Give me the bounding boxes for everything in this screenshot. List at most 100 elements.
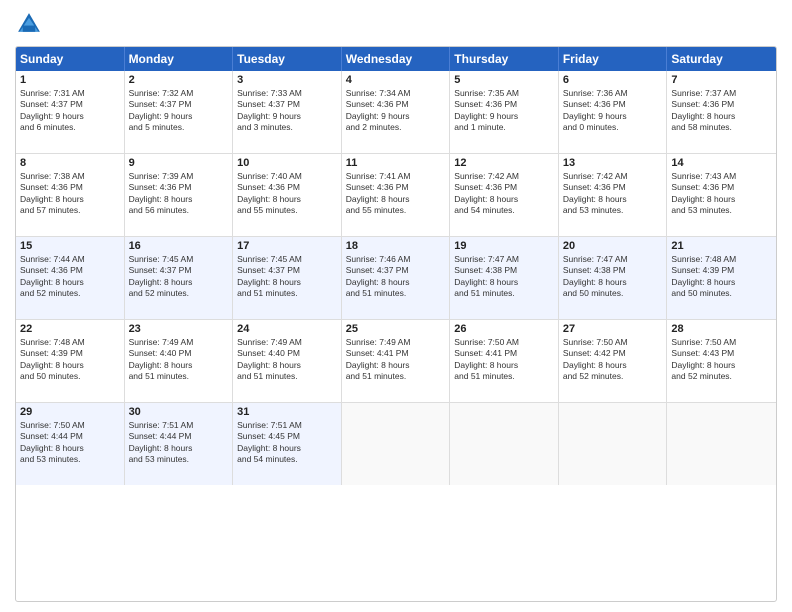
- cell-line: Daylight: 8 hours: [20, 360, 120, 371]
- day-number: 27: [563, 323, 663, 335]
- calendar-cell: 17Sunrise: 7:45 AMSunset: 4:37 PMDayligh…: [233, 237, 342, 319]
- calendar-cell: 3Sunrise: 7:33 AMSunset: 4:37 PMDaylight…: [233, 71, 342, 153]
- cell-line: Sunrise: 7:33 AM: [237, 88, 337, 99]
- cell-line: Daylight: 9 hours: [454, 111, 554, 122]
- cell-line: Sunset: 4:37 PM: [129, 99, 229, 110]
- cell-line: Sunset: 4:40 PM: [129, 348, 229, 359]
- calendar-cell: 6Sunrise: 7:36 AMSunset: 4:36 PMDaylight…: [559, 71, 668, 153]
- cell-line: Daylight: 8 hours: [237, 277, 337, 288]
- calendar-cell: 10 Sunrise: 7:40 AMSunset: 4:36 PMDayligh…: [233, 154, 342, 236]
- cell-line: Sunrise: 7:32 AM: [129, 88, 229, 99]
- cell-line: Sunset: 4:41 PM: [454, 348, 554, 359]
- cell-line: Daylight: 8 hours: [346, 277, 446, 288]
- calendar-cell: [559, 403, 668, 485]
- cell-line: Daylight: 9 hours: [237, 111, 337, 122]
- day-number: 3: [237, 74, 337, 86]
- cell-line: Sunrise: 7:42 AM: [563, 171, 663, 182]
- calendar-cell: 27 Sunrise: 7:50 AMSunset: 4:42 PMDayligh…: [559, 320, 668, 402]
- calendar: SundayMondayTuesdayWednesdayThursdayFrid…: [15, 46, 777, 602]
- calendar-cell: 4Sunrise: 7:34 AMSunset: 4:36 PMDaylight…: [342, 71, 451, 153]
- cell-line: Daylight: 8 hours: [346, 360, 446, 371]
- cell-line: and 53 minutes.: [563, 205, 663, 216]
- cell-line: Sunrise: 7:51 AM: [129, 420, 229, 431]
- calendar-cell: 25Sunrise: 7:49 AMSunset: 4:41 PMDayligh…: [342, 320, 451, 402]
- cell-line: Sunset: 4:36 PM: [671, 182, 772, 193]
- day-number: 19: [454, 240, 554, 252]
- cell-line: Daylight: 8 hours: [454, 277, 554, 288]
- calendar-row: 8Sunrise: 7:38 AMSunset: 4:36 PMDaylight…: [16, 154, 776, 237]
- calendar-cell: 28Sunrise: 7:50 AMSunset: 4:43 PMDayligh…: [667, 320, 776, 402]
- calendar-cell: 16Sunrise: 7:45 AMSunset: 4:37 PMDayligh…: [125, 237, 234, 319]
- cell-line: Sunrise: 7:51 AM: [237, 420, 337, 431]
- cell-line: Daylight: 9 hours: [563, 111, 663, 122]
- cell-line: and 51 minutes.: [454, 288, 554, 299]
- day-number: 16: [129, 240, 229, 252]
- cell-line: and 52 minutes.: [20, 288, 120, 299]
- cell-line: Daylight: 8 hours: [237, 360, 337, 371]
- cell-line: Sunset: 4:36 PM: [237, 182, 337, 193]
- cell-line: Daylight: 8 hours: [454, 194, 554, 205]
- header: [15, 10, 777, 38]
- day-number: 22: [20, 323, 120, 335]
- cell-line: Daylight: 8 hours: [563, 194, 663, 205]
- calendar-cell: 30Sunrise: 7:51 AMSunset: 4:44 PMDayligh…: [125, 403, 234, 485]
- calendar-cell: 29Sunrise: 7:50 AMSunset: 4:44 PMDayligh…: [16, 403, 125, 485]
- cell-line: Daylight: 8 hours: [563, 360, 663, 371]
- cell-line: Sunrise: 7:40 AM: [237, 171, 337, 182]
- cell-line: Daylight: 8 hours: [671, 360, 772, 371]
- cell-line: Sunrise: 7:50 AM: [563, 337, 663, 348]
- cell-line: Daylight: 8 hours: [237, 194, 337, 205]
- cell-line: Sunset: 4:44 PM: [20, 431, 120, 442]
- logo-icon: [15, 10, 43, 38]
- cell-line: and 50 minutes.: [20, 371, 120, 382]
- cell-line: and 55 minutes.: [346, 205, 446, 216]
- cell-line: Sunset: 4:36 PM: [563, 99, 663, 110]
- cell-line: and 57 minutes.: [20, 205, 120, 216]
- calendar-cell: 5Sunrise: 7:35 AMSunset: 4:36 PMDaylight…: [450, 71, 559, 153]
- cell-line: Daylight: 8 hours: [563, 277, 663, 288]
- cell-line: Sunrise: 7:50 AM: [671, 337, 772, 348]
- cell-line: Sunset: 4:42 PM: [563, 348, 663, 359]
- cell-line: Sunset: 4:36 PM: [563, 182, 663, 193]
- cell-line: and 53 minutes.: [20, 454, 120, 465]
- day-number: 28: [671, 323, 772, 335]
- cell-line: Sunset: 4:36 PM: [20, 182, 120, 193]
- cell-line: Sunset: 4:36 PM: [454, 182, 554, 193]
- cell-line: and 53 minutes.: [129, 454, 229, 465]
- cell-line: Sunset: 4:36 PM: [346, 99, 446, 110]
- calendar-cell: 7Sunrise: 7:37 AMSunset: 4:36 PMDaylight…: [667, 71, 776, 153]
- calendar-cell: 26Sunrise: 7:50 AMSunset: 4:41 PMDayligh…: [450, 320, 559, 402]
- cell-line: Sunset: 4:37 PM: [20, 99, 120, 110]
- cell-line: and 51 minutes.: [346, 371, 446, 382]
- calendar-cell: 11Sunrise: 7:41 AMSunset: 4:36 PMDayligh…: [342, 154, 451, 236]
- day-number: 13: [563, 157, 663, 169]
- cell-line: and 1 minute.: [454, 122, 554, 133]
- cell-line: and 2 minutes.: [346, 122, 446, 133]
- day-number: 15: [20, 240, 120, 252]
- cell-line: and 52 minutes.: [563, 371, 663, 382]
- cell-line: Sunrise: 7:41 AM: [346, 171, 446, 182]
- day-number: 17: [237, 240, 337, 252]
- calendar-cell: 31Sunrise: 7:51 AMSunset: 4:45 PMDayligh…: [233, 403, 342, 485]
- calendar-cell: 13 Sunrise: 7:42 AMSunset: 4:36 PMDayligh…: [559, 154, 668, 236]
- day-number: 26: [454, 323, 554, 335]
- day-number: 20: [563, 240, 663, 252]
- day-number: 5: [454, 74, 554, 86]
- cell-line: and 58 minutes.: [671, 122, 772, 133]
- day-number: 10: [237, 157, 337, 169]
- col-header-wednesday: Wednesday: [342, 47, 451, 71]
- calendar-cell: 9Sunrise: 7:39 AMSunset: 4:36 PMDaylight…: [125, 154, 234, 236]
- day-number: 8: [20, 157, 120, 169]
- calendar-cell: 23Sunrise: 7:49 AMSunset: 4:40 PMDayligh…: [125, 320, 234, 402]
- calendar-header: SundayMondayTuesdayWednesdayThursdayFrid…: [16, 47, 776, 71]
- cell-line: Sunrise: 7:31 AM: [20, 88, 120, 99]
- cell-line: Sunset: 4:45 PM: [237, 431, 337, 442]
- calendar-row: 29Sunrise: 7:50 AMSunset: 4:44 PMDayligh…: [16, 403, 776, 485]
- cell-line: Daylight: 9 hours: [129, 111, 229, 122]
- cell-line: Sunrise: 7:50 AM: [20, 420, 120, 431]
- cell-line: Sunrise: 7:49 AM: [237, 337, 337, 348]
- cell-line: and 50 minutes.: [563, 288, 663, 299]
- cell-line: and 0 minutes.: [563, 122, 663, 133]
- cell-line: Daylight: 8 hours: [129, 277, 229, 288]
- cell-line: Sunrise: 7:38 AM: [20, 171, 120, 182]
